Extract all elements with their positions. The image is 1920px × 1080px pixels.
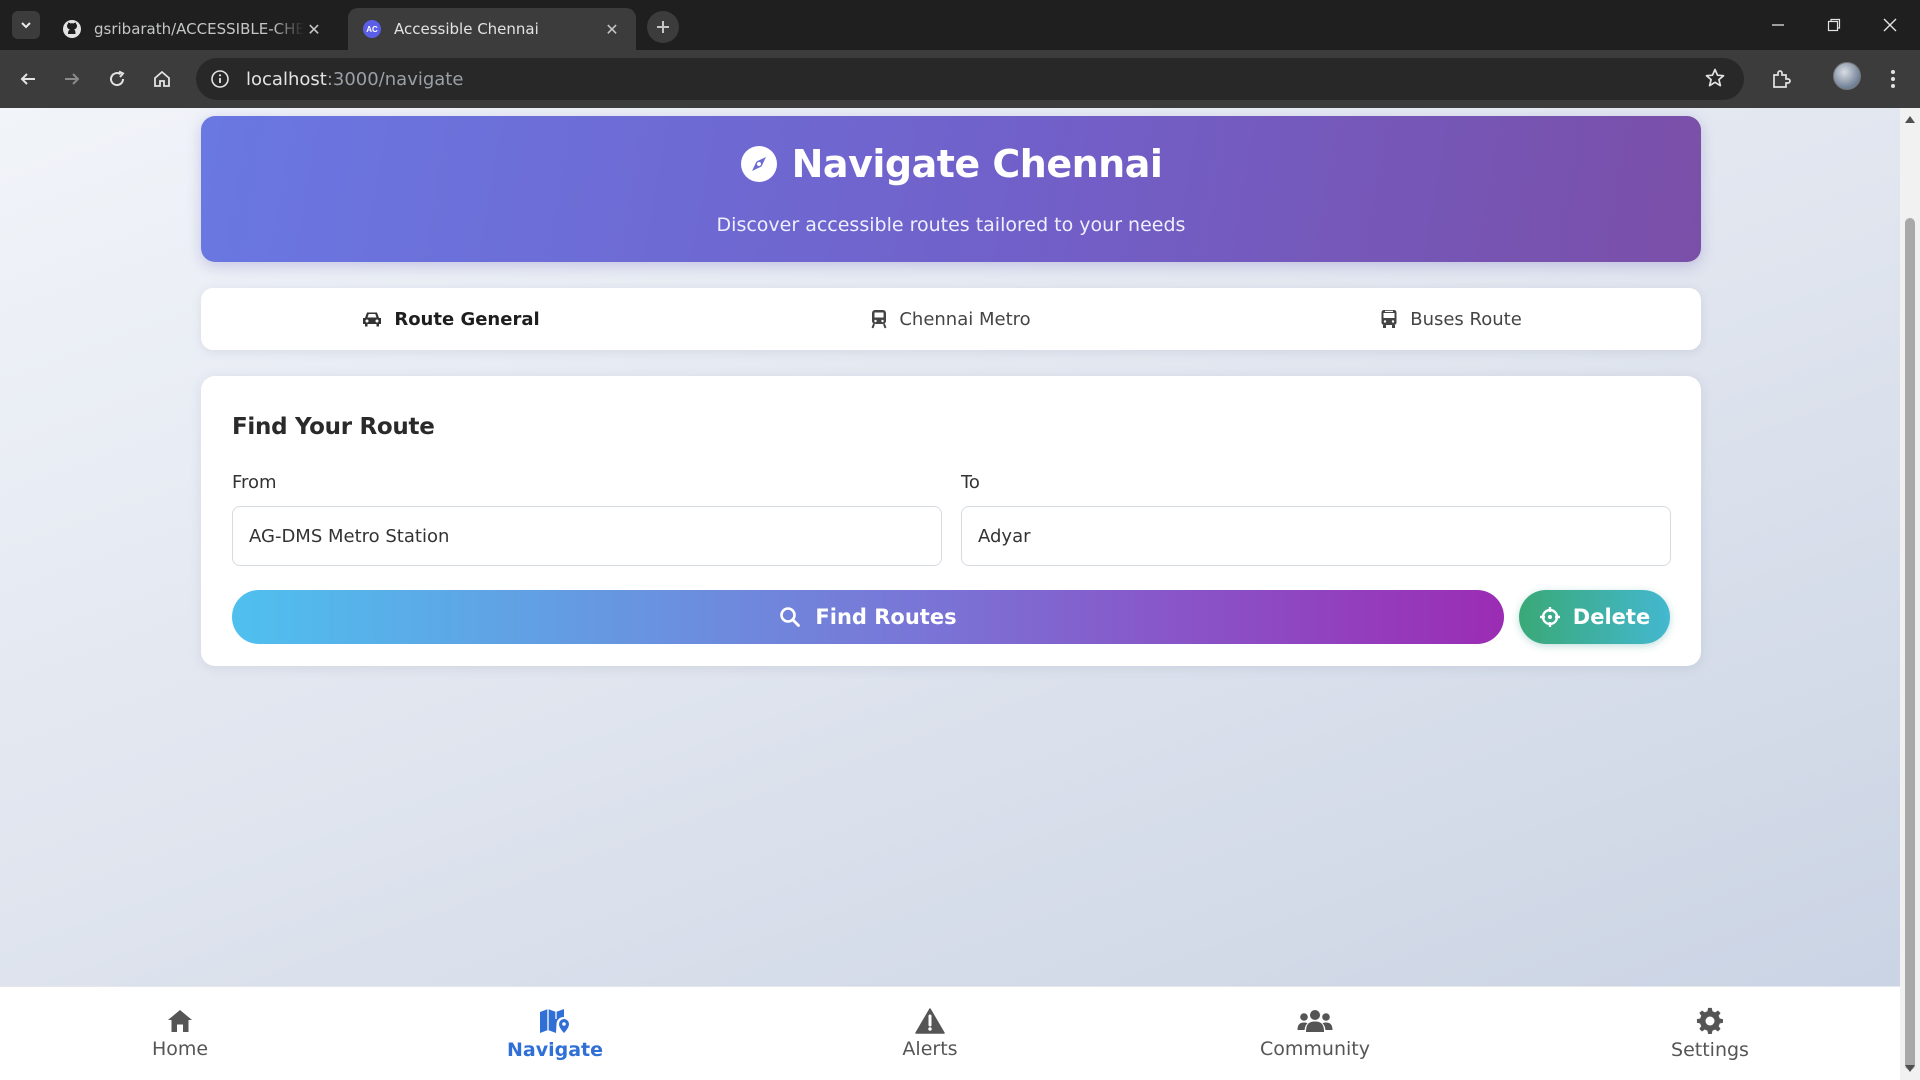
restore-button[interactable]: [1806, 0, 1862, 50]
delete-button[interactable]: Delete: [1519, 590, 1670, 644]
bookmark-star-icon[interactable]: [1704, 67, 1726, 94]
nav-label: Settings: [1671, 1039, 1749, 1061]
nav-label: Alerts: [902, 1038, 958, 1060]
tab-route-general[interactable]: Route General: [201, 288, 701, 350]
from-input[interactable]: AG-DMS Metro Station: [232, 506, 942, 566]
new-tab-button[interactable]: [647, 11, 679, 43]
extensions-button[interactable]: [1765, 63, 1797, 95]
tab-title: Accessible Chennai: [394, 20, 539, 38]
close-icon[interactable]: ✕: [602, 19, 622, 39]
gear-icon: [1696, 1007, 1723, 1034]
tab-label: Chennai Metro: [899, 308, 1031, 330]
find-route-heading: Find Your Route: [232, 414, 435, 440]
plus-icon: [657, 21, 669, 33]
find-routes-label: Find Routes: [815, 605, 957, 629]
nav-label: Community: [1260, 1038, 1370, 1060]
chevron-down-icon: [21, 22, 31, 29]
browser-tab-accessible-chennai[interactable]: AC Accessible Chennai ✕: [348, 8, 636, 50]
page-viewport: Navigate Chennai Discover accessible rou…: [0, 108, 1900, 1080]
hero-title-row: Navigate Chennai: [201, 142, 1701, 186]
tab-chennai-metro[interactable]: Chennai Metro: [701, 288, 1201, 350]
more-vertical-icon: [1891, 70, 1895, 88]
puzzle-icon: [1773, 70, 1791, 88]
minimize-button[interactable]: [1750, 0, 1806, 50]
window-close-button[interactable]: [1862, 0, 1918, 50]
nav-navigate[interactable]: Navigate: [455, 987, 655, 1080]
compass-icon: [740, 146, 777, 182]
close-icon: [1883, 18, 1897, 32]
from-label: From: [232, 472, 277, 493]
scroll-down-arrow[interactable]: [1905, 1065, 1915, 1072]
crosshair-icon: [1539, 607, 1560, 627]
hero-banner: Navigate Chennai Discover accessible rou…: [201, 116, 1701, 262]
close-icon[interactable]: ✕: [304, 19, 324, 39]
reload-icon: [110, 70, 125, 87]
page-title: Navigate Chennai: [791, 142, 1163, 186]
page-scrollbar[interactable]: [1900, 108, 1920, 1080]
back-button[interactable]: [12, 63, 44, 95]
warning-icon: [915, 1008, 945, 1034]
tab-buses-route[interactable]: Buses Route: [1201, 288, 1701, 350]
home-button[interactable]: [146, 63, 178, 95]
tab-label: Buses Route: [1410, 308, 1522, 330]
url-text: localhost:3000/navigate: [246, 69, 463, 90]
nav-label: Home: [151, 1038, 209, 1060]
delete-label: Delete: [1572, 605, 1651, 629]
bus-icon: [1381, 310, 1397, 328]
scrollbar-thumb[interactable]: [1905, 218, 1915, 1070]
page-subtitle: Discover accessible routes tailored to y…: [716, 214, 1186, 236]
home-icon: [154, 70, 170, 87]
arrow-right-icon: [65, 73, 80, 85]
profile-avatar[interactable]: [1833, 62, 1861, 90]
map-pin-icon: [540, 1009, 569, 1033]
url-path: :3000/navigate: [326, 68, 464, 90]
nav-alerts[interactable]: Alerts: [830, 987, 1030, 1080]
car-icon: [363, 312, 382, 327]
reload-button[interactable]: [101, 63, 133, 95]
tab-label: Route General: [394, 308, 540, 330]
restore-icon: [1827, 18, 1841, 32]
browser-menu-button[interactable]: [1877, 63, 1909, 95]
find-routes-button[interactable]: Find Routes: [232, 590, 1504, 644]
browser-toolbar: localhost:3000/navigate: [0, 50, 1920, 108]
app-favicon-icon: AC: [363, 20, 381, 38]
browser-tab-github[interactable]: gsribarath/ACCESSIBLE-CHENNAI ✕: [48, 8, 338, 50]
nav-settings[interactable]: Settings: [1610, 987, 1810, 1080]
find-route-card: Find Your Route From AG-DMS Metro Statio…: [201, 376, 1701, 666]
minimize-icon: [1772, 24, 1784, 26]
arrow-left-icon: [20, 73, 35, 85]
nav-community[interactable]: Community: [1215, 987, 1415, 1080]
tab-search-button[interactable]: [12, 11, 40, 39]
train-icon: [871, 310, 887, 329]
bottom-navigation: Home Navigate Alerts Community Settings: [0, 986, 1900, 1080]
github-icon: [62, 19, 82, 39]
search-icon: [780, 607, 801, 627]
info-icon[interactable]: [208, 67, 232, 91]
browser-tab-bar: gsribarath/ACCESSIBLE-CHENNAI ✕ AC Acces…: [0, 0, 1920, 50]
tab-title: gsribarath/ACCESSIBLE-CHENNAI: [94, 20, 304, 38]
users-icon: [1297, 1010, 1333, 1032]
forward-button[interactable]: [56, 63, 88, 95]
home-icon: [168, 1010, 192, 1032]
route-type-tabs: Route General Chennai Metro Buses Route: [201, 288, 1701, 350]
nav-home[interactable]: Home: [80, 987, 280, 1080]
url-host: localhost: [246, 68, 327, 90]
scroll-up-arrow[interactable]: [1905, 116, 1915, 123]
to-label: To: [961, 472, 980, 493]
address-bar[interactable]: localhost:3000/navigate: [196, 58, 1744, 100]
nav-label: Navigate: [506, 1039, 603, 1061]
to-input[interactable]: Adyar: [961, 506, 1671, 566]
